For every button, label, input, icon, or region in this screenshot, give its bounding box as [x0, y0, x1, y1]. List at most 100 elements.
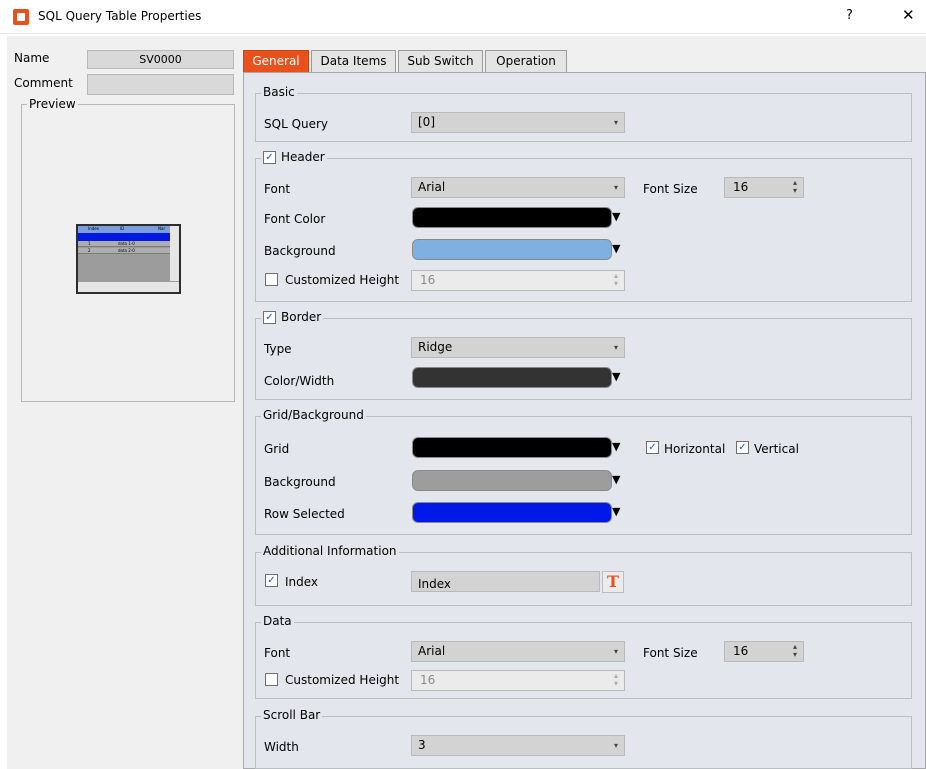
dropdown-arrow-icon[interactable]: ▼: [612, 473, 620, 486]
dropdown-arrow-icon[interactable]: ▼: [612, 370, 620, 383]
header-background-label: Background: [264, 244, 336, 258]
data-custom-height-stepper[interactable]: 16 ▴ ▾: [411, 670, 625, 691]
data-font-size-value: 16: [733, 644, 749, 658]
header-font-color-label: Font Color: [264, 212, 326, 226]
thumb-col-name: Nar: [158, 226, 166, 231]
index-text-value: Index: [418, 577, 452, 591]
horizontal-label: Horizontal: [664, 442, 726, 456]
scroll-bar-width-value: 3: [418, 738, 426, 752]
vertical-checkbox[interactable]: ✓: [736, 441, 749, 454]
header-font-select[interactable]: Arial ▾: [411, 177, 625, 198]
sql-query-value: [0]: [418, 115, 435, 129]
chevron-down-icon: ▾: [613, 118, 618, 127]
index-label: Index: [285, 575, 319, 589]
thumb-cell: 2: [88, 248, 91, 253]
thumb-row: 2 data 2-0: [78, 248, 170, 254]
vertical-label: Vertical: [754, 442, 799, 456]
text-style-icon[interactable]: T: [602, 571, 624, 593]
data-font-value: Arial: [418, 644, 446, 658]
row-selected-label: Row Selected: [264, 507, 345, 521]
scroll-bar-width-label: Width: [264, 740, 299, 754]
spin-icon: ▴ ▾: [613, 671, 618, 688]
tab-operation[interactable]: Operation: [485, 50, 567, 72]
tab-data-items[interactable]: Data Items: [311, 50, 396, 72]
app-icon: [13, 9, 29, 25]
data-font-label: Font: [264, 646, 291, 660]
thumb-col-id: ID: [120, 226, 125, 231]
title-bar: SQL Query Table Properties ? ✕: [0, 0, 926, 34]
thumb-hscroll: [78, 282, 179, 292]
tab-general[interactable]: General: [243, 50, 309, 72]
chevron-down-icon: ▾: [613, 183, 618, 192]
help-button[interactable]: ?: [846, 8, 853, 23]
grid-legend: Grid/Background: [261, 408, 366, 423]
border-type-select[interactable]: Ridge ▾: [411, 337, 625, 358]
header-font-label: Font: [264, 182, 291, 196]
header-custom-height-label: Customized Height: [285, 273, 400, 287]
scroll-bar-width-select[interactable]: 3 ▾: [411, 735, 625, 756]
index-checkbox[interactable]: ✓: [265, 574, 278, 587]
basic-legend: Basic: [261, 85, 297, 100]
dropdown-arrow-icon[interactable]: ▼: [612, 440, 620, 453]
header-font-value: Arial: [418, 180, 446, 194]
name-label: Name: [14, 51, 50, 65]
chevron-down-icon: ▾: [613, 343, 618, 352]
thumb-row: 1 data 1-0: [78, 241, 170, 247]
header-font-size-stepper[interactable]: 16 ▴ ▾: [724, 177, 804, 198]
chevron-down-icon: ▾: [613, 741, 618, 750]
grid-background-swatch[interactable]: [412, 470, 612, 491]
name-field[interactable]: SV0000: [87, 50, 234, 69]
comment-field[interactable]: [87, 74, 234, 95]
row-selected-swatch[interactable]: [412, 502, 612, 523]
data-font-size-stepper[interactable]: 16 ▴ ▾: [724, 641, 804, 662]
preview-label: Preview: [27, 97, 78, 111]
border-type-label: Type: [264, 342, 292, 356]
scroll-bar-legend: Scroll Bar: [261, 708, 323, 723]
thumb-cell: 1: [88, 241, 91, 246]
header-checkbox[interactable]: ✓: [263, 151, 276, 164]
dropdown-arrow-icon[interactable]: ▼: [612, 242, 620, 255]
data-custom-height-value: 16: [420, 673, 436, 687]
header-custom-height-checkbox[interactable]: [265, 273, 278, 286]
header-custom-height-stepper[interactable]: 16 ▴ ▾: [411, 270, 625, 291]
index-text-field[interactable]: Index: [411, 571, 600, 592]
border-type-value: Ridge: [418, 340, 453, 354]
tab-sub-switch[interactable]: Sub Switch: [398, 50, 483, 72]
dropdown-arrow-icon[interactable]: ▼: [612, 505, 620, 518]
border-color-width-label: Color/Width: [264, 374, 335, 388]
thumb-header: Index ID Nar: [78, 226, 170, 233]
thumb-vscroll: [170, 226, 179, 281]
data-font-size-label: Font Size: [643, 646, 698, 660]
additional-legend: Additional Information: [261, 544, 399, 559]
grid-label: Grid: [264, 442, 290, 456]
window-title: SQL Query Table Properties: [38, 9, 202, 23]
comment-label: Comment: [14, 76, 73, 90]
spin-icon: ▴ ▾: [613, 271, 618, 288]
spin-icon: ▴ ▾: [792, 642, 797, 659]
chevron-down-icon: ▾: [613, 647, 618, 656]
horizontal-checkbox[interactable]: ✓: [646, 441, 659, 454]
grid-background-label: Background: [264, 475, 336, 489]
sql-query-label: SQL Query: [264, 117, 329, 131]
dropdown-arrow-icon[interactable]: ▼: [612, 210, 620, 223]
data-legend: Data: [261, 614, 294, 629]
thumb-cell: data 1-0: [118, 241, 135, 246]
spin-icon: ▴ ▾: [792, 178, 797, 195]
header-background-swatch[interactable]: [412, 239, 612, 260]
close-button[interactable]: ✕: [902, 6, 915, 24]
header-custom-height-value: 16: [420, 273, 436, 287]
border-checkbox[interactable]: ✓: [263, 311, 276, 324]
grid-color-swatch[interactable]: [412, 437, 612, 458]
header-font-size-value: 16: [733, 180, 749, 194]
preview-thumbnail: Index ID Nar 1 data 1-0 2 data 2-0: [76, 224, 181, 294]
data-font-select[interactable]: Arial ▾: [411, 641, 625, 662]
sql-query-select[interactable]: [0] ▾: [411, 112, 625, 133]
data-custom-height-checkbox[interactable]: [265, 673, 278, 686]
header-font-size-label: Font Size: [643, 182, 698, 196]
data-custom-height-label: Customized Height: [285, 673, 400, 687]
header-font-color-swatch[interactable]: [412, 207, 612, 228]
thumb-selected-row: [78, 233, 170, 241]
border-color-swatch[interactable]: [412, 367, 612, 388]
thumb-col-index: Index: [88, 226, 100, 231]
thumb-cell: data 2-0: [118, 248, 135, 253]
